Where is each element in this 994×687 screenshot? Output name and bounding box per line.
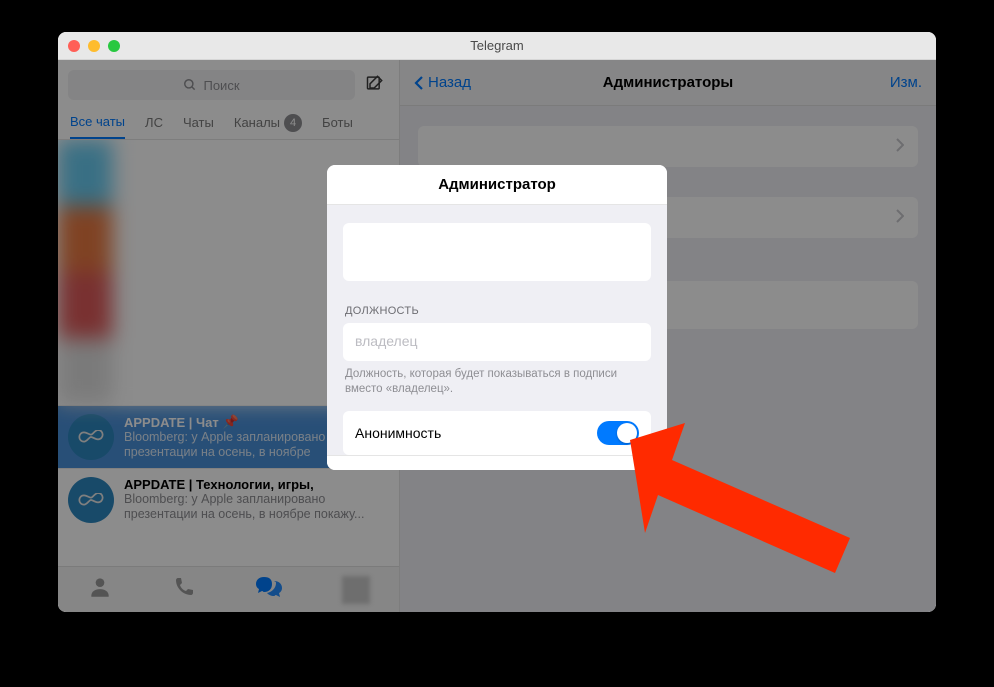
window-title: Telegram [58,38,936,53]
admin-user-card [343,223,651,281]
minimize-window-button[interactable] [88,40,100,52]
anonymity-toggle[interactable] [597,421,639,445]
window-titlebar: Telegram [58,32,936,60]
input-hint: Должность, которая будет показываться в … [343,361,651,411]
dialog-title: Администратор [327,165,667,205]
done-button[interactable]: Готово [327,455,667,470]
anonymity-row: Анонимность [343,411,651,455]
traffic-lights [68,40,120,52]
zoom-window-button[interactable] [108,40,120,52]
custom-title-input[interactable] [355,333,639,349]
toggle-label: Анонимность [355,425,441,441]
app-window: Telegram Поиск Все чаты ЛС [58,32,936,612]
section-label: ДОЛЖНОСТЬ [343,299,651,323]
admin-dialog: Администратор ДОЛЖНОСТЬ Должность, котор… [327,165,667,470]
modal-overlay: Администратор ДОЛЖНОСТЬ Должность, котор… [58,60,936,612]
close-window-button[interactable] [68,40,80,52]
